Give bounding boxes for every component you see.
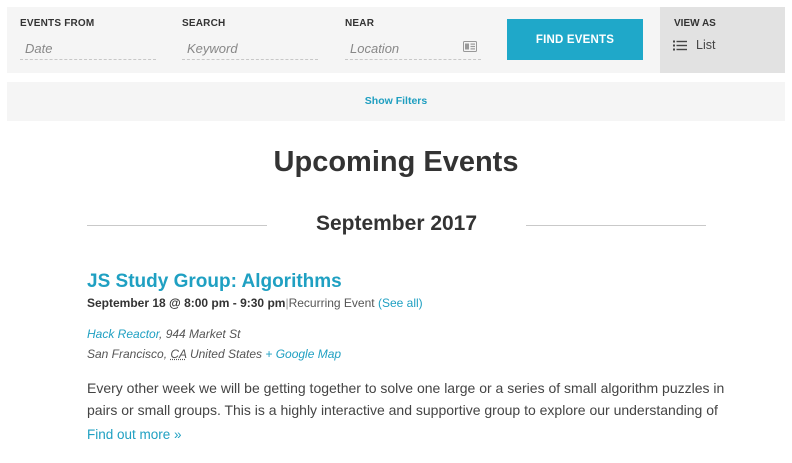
list-icon — [673, 40, 687, 50]
month-separator: September 2017 — [87, 210, 706, 242]
search-label: SEARCH — [182, 18, 226, 29]
keyword-input[interactable] — [182, 38, 318, 60]
view-as-label: VIEW AS — [674, 18, 716, 29]
near-label: NEAR — [345, 18, 375, 29]
month-rule-right — [526, 225, 706, 226]
venue-country: United States — [189, 347, 263, 361]
view-as-selector[interactable]: List — [673, 38, 715, 52]
find-events-button[interactable]: FIND EVENTS — [507, 19, 643, 60]
venue-line: Hack Reactor, 944 Market St — [87, 327, 240, 341]
venue-state: CA — [170, 347, 187, 361]
google-map-link[interactable]: + Google Map — [265, 347, 341, 361]
search-field: SEARCH — [182, 7, 318, 73]
location-input[interactable] — [345, 38, 481, 60]
event-meta: September 18 @ 8:00 pm - 9:30 pm|Recurri… — [87, 296, 423, 310]
event-datetime: September 18 @ 8:00 pm - 9:30 pm — [87, 296, 286, 310]
venue-city: San Francisco, — [87, 347, 168, 361]
view-as-panel: VIEW AS List — [660, 7, 785, 73]
events-from-field: EVENTS FROM — [20, 7, 156, 73]
events-search-bar: EVENTS FROM SEARCH NEAR FIND EVENTS VIEW… — [7, 7, 785, 73]
near-field: NEAR — [345, 7, 481, 73]
events-from-label: EVENTS FROM — [20, 18, 95, 29]
description-line: pairs or small groups. This is a highly … — [87, 402, 718, 418]
month-heading: September 2017 — [315, 212, 478, 235]
event-description: Every other week we will be getting toge… — [87, 377, 725, 421]
filters-bar: Show Filters — [7, 82, 785, 121]
find-out-more-link[interactable]: Find out more » — [87, 427, 182, 442]
venue-address-line: San Francisco, CA United States + Google… — [87, 347, 341, 361]
description-line: Every other week we will be getting toge… — [87, 380, 725, 396]
show-filters-link[interactable]: Show Filters — [365, 95, 427, 107]
date-input[interactable] — [20, 38, 156, 60]
page-title: Upcoming Events — [273, 146, 519, 178]
venue-street: , 944 Market St — [159, 327, 241, 341]
event-title-link[interactable]: JS Study Group: Algorithms — [87, 271, 342, 293]
see-all-link[interactable]: (See all) — [378, 296, 423, 310]
recurring-label: Recurring Event — [288, 296, 375, 310]
venue-name-link[interactable]: Hack Reactor — [87, 327, 159, 341]
view-as-value: List — [696, 38, 716, 52]
map-icon[interactable] — [463, 41, 477, 52]
